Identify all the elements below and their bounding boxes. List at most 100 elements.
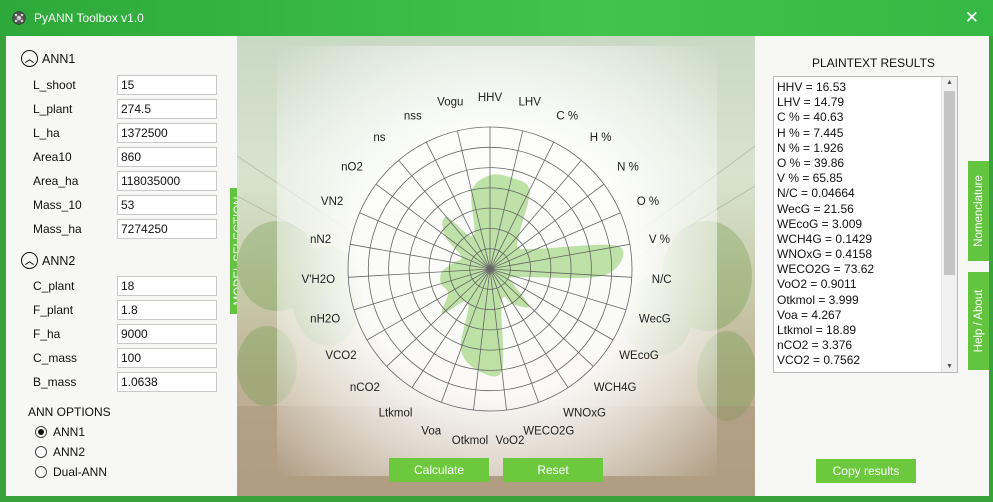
radar-chart: HHV LHV C % H % N % O % V % N/C WecG WEcoG WCH4G WN… (302, 92, 672, 447)
result-line: VCO2 = 0.7562 (777, 353, 861, 368)
radar-axis-label: V'H2O (302, 274, 336, 286)
ann1-param-row: L_shoot (33, 75, 218, 95)
scrollbar-thumb[interactable] (944, 91, 955, 275)
radar-axis-label: N % (617, 161, 639, 173)
radio-circle-icon[interactable] (35, 426, 47, 438)
result-line: Voa = 4.267 (777, 307, 842, 322)
ann2-param-label: B_mass (33, 375, 77, 389)
ann1-param-input[interactable] (117, 123, 217, 143)
result-line: Ltkmol = 18.89 (777, 323, 857, 337)
radar-axis-label: nCO2 (350, 382, 380, 394)
scroll-down-icon[interactable]: ▼ (946, 363, 953, 370)
ann1-param-label: Mass_10 (33, 198, 82, 212)
title-bar: PyANN Toolbox v1.0 ✕ (0, 0, 993, 36)
radar-axis-label: Ltkmol (379, 408, 413, 420)
ann-option-radio[interactable]: ANN1 (35, 425, 85, 439)
ann1-param-row: L_ha (33, 123, 218, 143)
ann2-param-row: F_ha (33, 324, 218, 344)
radar-axis-label: N/C (652, 274, 672, 286)
close-icon[interactable]: ✕ (965, 8, 979, 28)
result-line: nCO2 = 3.376 (777, 338, 853, 353)
ann-option-radio[interactable]: Dual-ANN (35, 465, 107, 479)
ann1-param-input[interactable] (117, 171, 217, 191)
ann-options-title: ANN OPTIONS (28, 405, 111, 419)
ann2-param-input[interactable] (117, 372, 217, 392)
radar-spoke (489, 268, 614, 341)
ann2-param-input[interactable] (117, 324, 217, 344)
ann1-param-input[interactable] (117, 99, 217, 119)
ann2-param-input[interactable] (117, 276, 217, 296)
ann1-param-input[interactable] (117, 147, 217, 167)
ann-option-label: ANN2 (53, 445, 86, 459)
radar-axis-label: WecG (639, 313, 671, 325)
results-title: PLAINTEXT RESULTS (812, 56, 935, 70)
app-logo-icon (12, 11, 26, 25)
result-line: H % = 7.445 (777, 125, 844, 140)
radar-axis-label: Vogu (437, 97, 463, 109)
copy-results-button[interactable]: Copy results (816, 459, 916, 483)
ann2-param-input[interactable] (117, 300, 217, 320)
ann1-param-label: Area10 (33, 150, 72, 164)
scroll-up-icon[interactable]: ▲ (946, 79, 953, 86)
ann1-param-label: Area_ha (33, 174, 79, 188)
results-scrollbar[interactable]: ▲ ▼ (941, 77, 957, 372)
ann2-param-label: C_plant (33, 279, 75, 293)
main-window: ︿ ANN1 L_shoot L_plant L_ha Area10 Area_ha Ma… (6, 36, 989, 496)
calculate-button[interactable]: Calculate (389, 458, 489, 482)
tab-help-about[interactable]: Help / About (968, 272, 989, 370)
ann1-param-input[interactable] (117, 195, 217, 215)
ann2-param-input[interactable] (117, 348, 217, 368)
radar-axis-label: WECO2G (523, 426, 574, 438)
ann1-param-row: Area_ha (33, 171, 218, 191)
result-line: VoO2 = 0.9011 (777, 277, 857, 292)
radar-axis-label: H % (590, 132, 612, 144)
radar-axis-label: VoO2 (496, 435, 525, 447)
ann2-param-label: F_ha (33, 327, 61, 341)
radar-spoke (489, 268, 594, 367)
ann2-param-row: B_mass (33, 372, 218, 392)
result-line: WEcoG = 3.009 (777, 216, 863, 231)
ann1-param-input[interactable] (117, 75, 217, 95)
result-line: WecG = 21.56 (777, 201, 854, 216)
result-line: O % = 39.86 (777, 155, 845, 170)
tab-nomenclature-label: Nomenclature (972, 175, 985, 247)
radar-axis-label: Otkmol (452, 435, 488, 447)
ann1-group-header: ︿ ANN1 (21, 50, 75, 67)
ann2-param-label: F_plant (33, 303, 74, 317)
ann1-param-label: L_plant (33, 102, 73, 116)
radar-axis-label: O % (637, 196, 659, 208)
tab-nomenclature[interactable]: Nomenclature (968, 161, 989, 261)
result-line: Otkmol = 3.999 (777, 292, 859, 307)
results-panel: PLAINTEXT RESULTS HHV = 16.53 LHV = 14.79… (755, 36, 989, 496)
ann1-param-input[interactable] (117, 219, 217, 239)
radar-axis-label: VN2 (321, 196, 343, 208)
ann-option-radio[interactable]: ANN2 (35, 445, 85, 459)
radar-axis-label: V % (649, 234, 670, 246)
radio-circle-icon[interactable] (35, 446, 47, 458)
radar-axis-label: WEcoG (619, 350, 659, 362)
radar-chart-panel: HHV LHV C % H % N % O % V % N/C WecG WEcoG WCH4G WN… (237, 36, 755, 496)
radar-axis-label: WCH4G (594, 382, 637, 394)
result-line: WNOxG = 0.4158 (777, 247, 873, 262)
results-textbox[interactable]: HHV = 16.53 LHV = 14.79 C % = 40.63 H % = 7… (773, 76, 958, 373)
ann2-param-row: F_plant (33, 300, 218, 320)
ann2-title: ANN2 (42, 253, 76, 268)
result-line: WECO2G = 73.62 (777, 262, 875, 277)
collapse-ann1-button[interactable]: ︿ (21, 50, 38, 67)
radio-circle-icon[interactable] (35, 466, 47, 478)
radar-axis-label: nH2O (310, 313, 340, 325)
input-panel: ︿ ANN1 L_shoot L_plant L_ha Area10 Area_ha Ma… (6, 36, 237, 496)
collapse-ann2-button[interactable]: ︿ (21, 252, 38, 269)
result-line: HHV = 16.53 (777, 80, 847, 94)
ann2-param-row: C_mass (33, 348, 218, 368)
results-list: HHV = 16.53 LHV = 14.79 C % = 40.63 H % = 7… (777, 80, 874, 369)
tab-help-label: Help / About (972, 289, 985, 353)
result-line: N/C = 0.04664 (777, 186, 855, 201)
ann2-param-label: C_mass (33, 351, 78, 365)
result-line: WCH4G = 0.1429 (777, 231, 873, 246)
reset-button[interactable]: Reset (503, 458, 603, 482)
window-title: PyANN Toolbox v1.0 (34, 11, 144, 25)
radar-axis-label: HHV (478, 92, 503, 104)
radar-axis-label: nss (404, 110, 422, 122)
radar-axis-label: nO2 (341, 161, 363, 173)
